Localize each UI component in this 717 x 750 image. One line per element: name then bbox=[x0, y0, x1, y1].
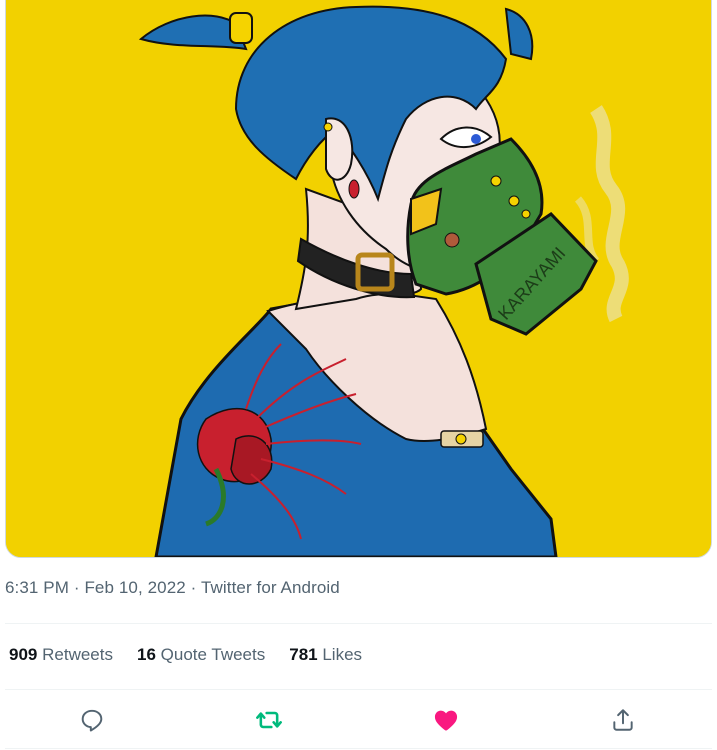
quote-tweets-count: 16 bbox=[136, 645, 156, 664]
tweet-time[interactable]: 6:31 PM bbox=[5, 578, 69, 597]
engagement-stats: 909 Retweets 16 Quote Tweets 781 Likes bbox=[9, 645, 362, 665]
heart-icon bbox=[434, 710, 458, 731]
tweet-metadata: 6:31 PM · Feb 10, 2022 · Twitter for And… bbox=[5, 578, 340, 598]
reply-icon bbox=[81, 709, 103, 732]
share-button[interactable] bbox=[605, 702, 641, 738]
share-icon bbox=[613, 709, 633, 731]
retweet-icon bbox=[256, 711, 282, 729]
tweet-date[interactable]: Feb 10, 2022 bbox=[84, 578, 185, 597]
like-button[interactable] bbox=[428, 702, 464, 738]
quote-tweets-stat[interactable]: 16 Quote Tweets bbox=[137, 645, 265, 665]
retweets-count: 909 bbox=[9, 645, 38, 664]
divider bbox=[5, 623, 712, 624]
illustration: KARAYAMI bbox=[6, 0, 711, 557]
retweet-button[interactable] bbox=[251, 702, 287, 738]
separator: · bbox=[73, 578, 80, 597]
divider bbox=[5, 748, 712, 749]
retweets-stat[interactable]: 909 Retweets bbox=[9, 645, 113, 665]
reply-button[interactable] bbox=[74, 702, 110, 738]
retweets-label: Retweets bbox=[42, 645, 113, 664]
divider bbox=[5, 689, 712, 690]
tweet-source[interactable]: Twitter for Android bbox=[201, 578, 340, 597]
tweet-action-bar bbox=[5, 700, 712, 740]
likes-count: 781 bbox=[289, 645, 318, 664]
likes-stat[interactable]: 781 Likes bbox=[289, 645, 362, 665]
likes-label: Likes bbox=[322, 645, 363, 664]
quote-tweets-label: Quote Tweets bbox=[160, 645, 266, 664]
separator: · bbox=[190, 578, 197, 597]
tweet-media-image[interactable]: KARAYAMI bbox=[5, 0, 712, 558]
